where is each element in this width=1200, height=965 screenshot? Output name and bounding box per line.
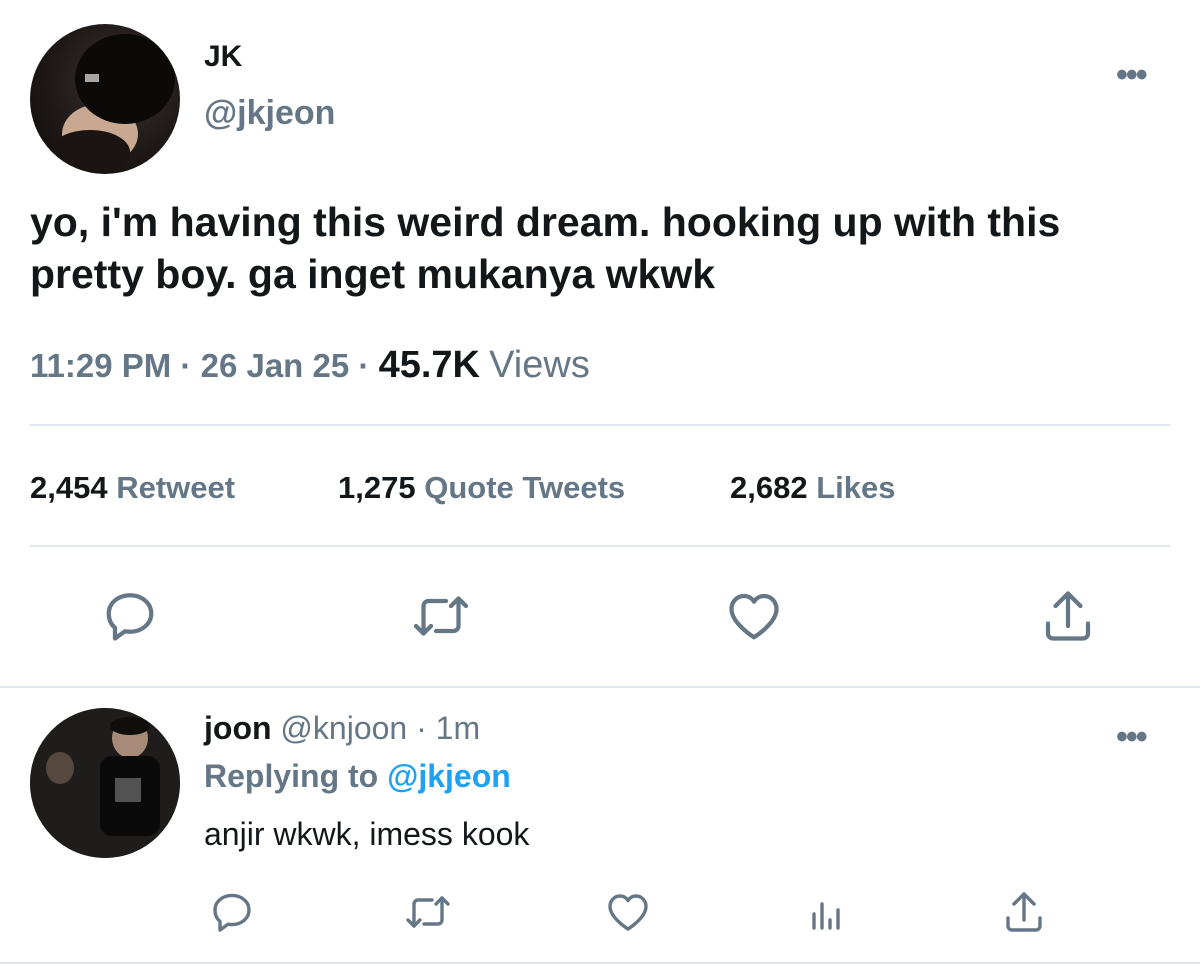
like-icon[interactable] [604, 888, 652, 936]
share-icon[interactable] [1000, 888, 1048, 936]
author-handle[interactable]: @jkjeon [204, 94, 335, 133]
reply-icon[interactable] [208, 888, 256, 936]
meta-separator: · [358, 347, 379, 384]
author-avatar[interactable] [30, 24, 180, 174]
more-options-icon[interactable]: ••• [1116, 718, 1148, 757]
divider [30, 424, 1170, 426]
retweet-icon[interactable] [411, 586, 471, 646]
tweet-meta: 11:29 PM · 26 Jan 25 · 45.7K Views [30, 344, 590, 387]
quotes-stat[interactable]: 1,275 Quote Tweets [338, 470, 625, 506]
divider [0, 686, 1200, 688]
reply-age: · 1m [416, 710, 481, 746]
likes-stat[interactable]: 2,682 Likes [730, 470, 895, 506]
quotes-label: Quote Tweets [424, 470, 626, 505]
retweets-stat[interactable]: 2,454 Retweet [30, 470, 235, 506]
divider [0, 962, 1200, 964]
tweet-time: 11:29 PM [30, 347, 172, 384]
meta-separator: · [180, 347, 201, 384]
views-count: 45.7K [378, 344, 480, 386]
quotes-count: 1,275 [338, 470, 416, 505]
divider [30, 545, 1170, 547]
replying-prefix: Replying to [204, 758, 379, 794]
replying-to-link[interactable]: @jkjeon [387, 758, 511, 794]
likes-label: Likes [816, 470, 896, 505]
reply-author-avatar[interactable] [30, 708, 180, 858]
likes-count: 2,682 [730, 470, 808, 505]
retweet-icon[interactable] [404, 888, 452, 936]
reply-display-name[interactable]: joon [204, 710, 272, 746]
retweets-count: 2,454 [30, 470, 108, 505]
reply-text: anjir wkwk, imess kook [204, 816, 530, 852]
reply-header: joon @knjoon · 1m [204, 710, 480, 747]
share-icon[interactable] [1038, 586, 1098, 646]
analytics-icon[interactable] [802, 888, 850, 936]
tweet-text: yo, i'm having this weird dream. hooking… [30, 199, 1061, 297]
retweets-label: Retweet [116, 470, 236, 505]
replying-to: Replying to @jkjeon [204, 758, 511, 795]
tweet-date: 26 Jan 25 [200, 347, 350, 384]
author-display-name[interactable]: JK [204, 40, 242, 74]
like-icon[interactable] [724, 586, 784, 646]
more-options-icon[interactable]: ••• [1116, 56, 1148, 95]
reply-icon[interactable] [100, 586, 160, 646]
views-label: Views [489, 344, 590, 386]
reply-handle[interactable]: @knjoon [280, 710, 407, 746]
